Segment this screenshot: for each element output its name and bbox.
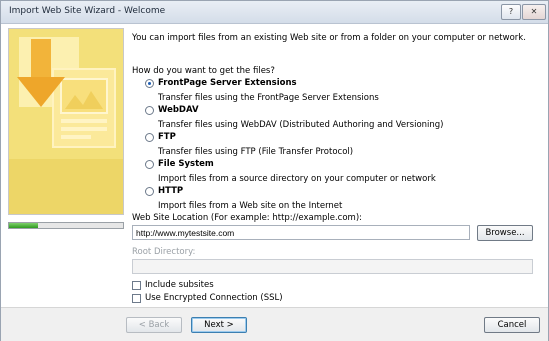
radio-file-system[interactable] <box>145 160 154 169</box>
radio-http[interactable] <box>145 187 154 196</box>
option-file-system-label[interactable]: File System <box>158 159 214 169</box>
option-frontpage-label[interactable]: FrontPage Server Extensions <box>158 78 297 88</box>
include-subsites-checkbox[interactable] <box>132 281 141 290</box>
include-subsites-label[interactable]: Include subsites <box>145 280 214 290</box>
help-button[interactable]: ? <box>501 4 521 20</box>
encrypted-connection-label[interactable]: Use Encrypted Connection (SSL) <box>145 293 283 303</box>
option-frontpage-description: Transfer files using the FrontPage Serve… <box>158 93 379 103</box>
web-site-location-label: Web Site Location (For example: http://e… <box>132 213 363 223</box>
option-file-system-description: Import files from a source directory on … <box>158 174 436 184</box>
button-bar: < Back Next > Cancel <box>1 307 548 341</box>
wizard-banner-illustration <box>8 28 124 215</box>
browse-button[interactable]: Browse... <box>477 225 533 241</box>
option-http-label[interactable]: HTTP <box>158 186 183 196</box>
next-button[interactable]: Next > <box>191 317 247 333</box>
intro-text: You can import files from an existing We… <box>132 33 526 43</box>
option-http-description: Import files from a Web site on the Inte… <box>158 201 343 211</box>
wizard-content: You can import files from an existing We… <box>1 24 548 307</box>
option-ftp-description: Transfer files using FTP (File Transfer … <box>158 147 354 157</box>
back-button[interactable]: < Back <box>126 317 182 333</box>
close-button[interactable]: ✕ <box>522 4 546 20</box>
close-icon: ✕ <box>530 7 538 16</box>
window-title: Import Web Site Wizard - Welcome <box>9 6 166 16</box>
help-icon: ? <box>508 7 514 16</box>
import-wizard-dialog: Import Web Site Wizard - Welcome ? ✕ You <box>0 0 549 341</box>
root-directory-label: Root Directory: <box>132 247 196 257</box>
radio-webdav[interactable] <box>145 106 154 115</box>
radio-ftp[interactable] <box>145 133 154 142</box>
title-bar: Import Web Site Wizard - Welcome ? ✕ <box>1 1 548 24</box>
option-webdav-description: Transfer files using WebDAV (Distributed… <box>158 120 444 130</box>
question-text: How do you want to get the files? <box>132 66 275 76</box>
option-webdav-label[interactable]: WebDAV <box>158 105 199 115</box>
radio-frontpage[interactable] <box>145 79 154 88</box>
encrypted-connection-checkbox[interactable] <box>132 294 141 303</box>
wizard-progress-fill <box>9 223 38 228</box>
root-directory-input[interactable] <box>132 259 533 274</box>
option-ftp-label[interactable]: FTP <box>158 132 176 142</box>
wizard-progress-bar <box>8 222 124 229</box>
cancel-button[interactable]: Cancel <box>484 317 540 333</box>
import-illustration-icon <box>9 29 123 214</box>
web-site-location-input[interactable] <box>132 225 470 240</box>
